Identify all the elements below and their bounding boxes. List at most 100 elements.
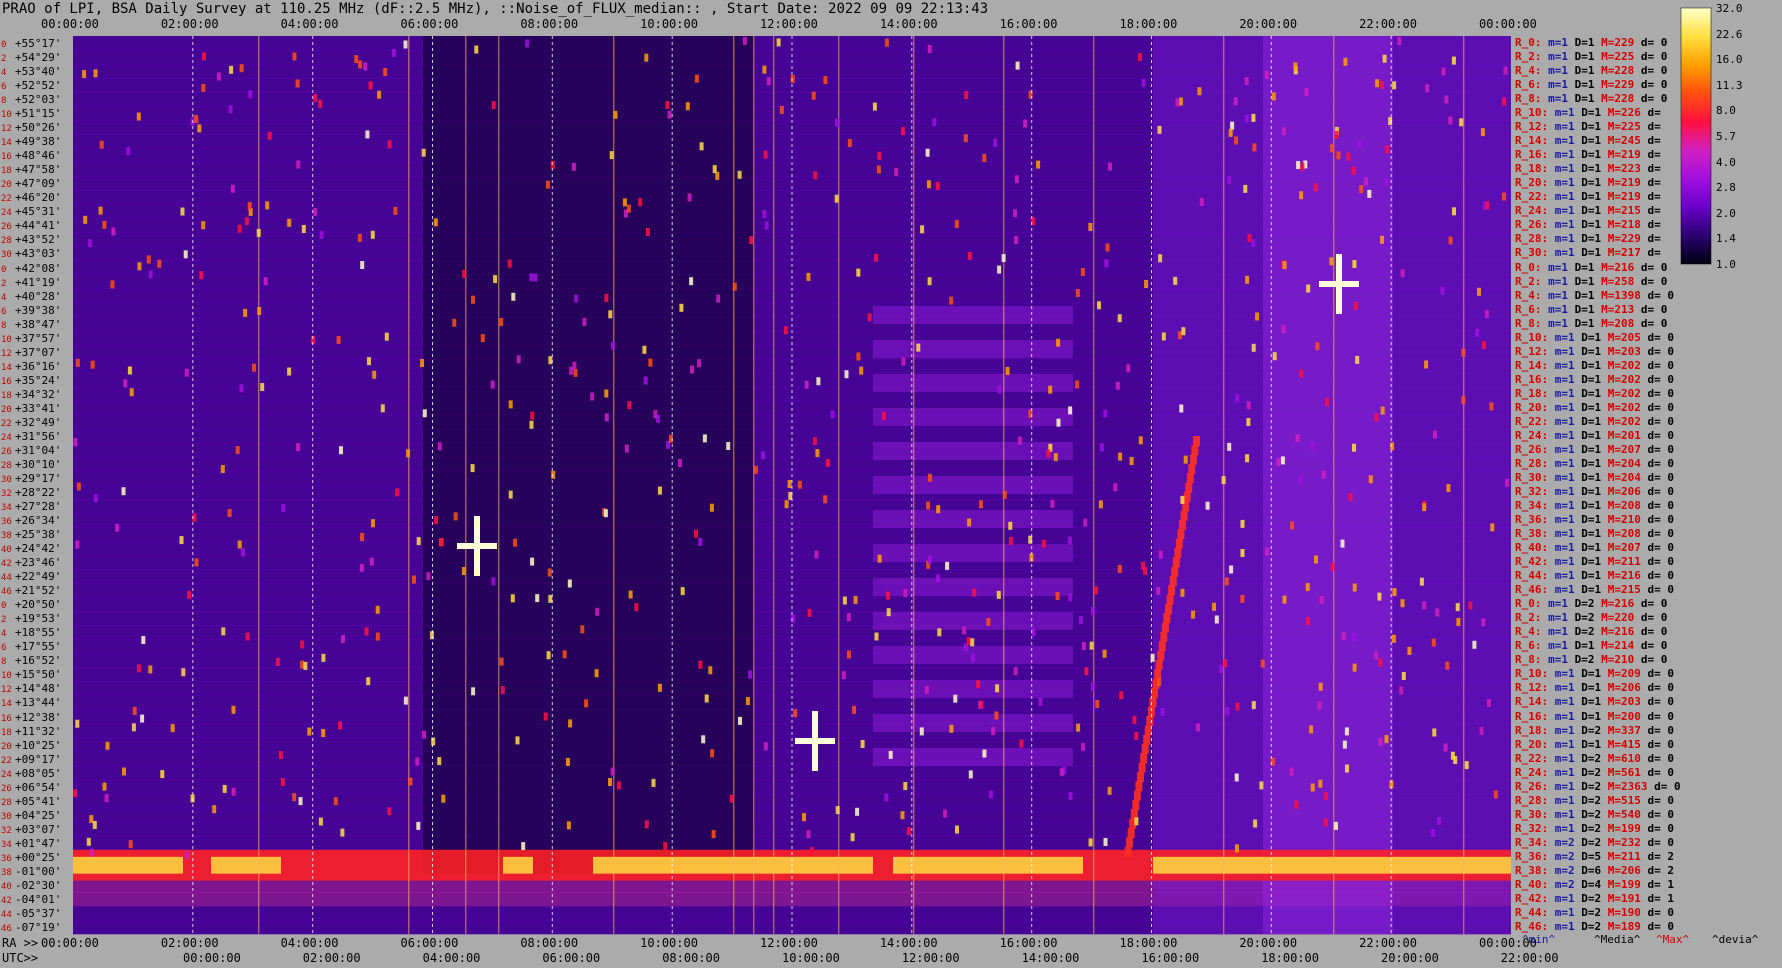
row-stat-field: M=216	[1594, 260, 1635, 274]
noise-pixel	[90, 360, 95, 369]
dec-tick: 4 +40°28'	[1, 289, 72, 304]
row-stat-field: M=200	[1601, 709, 1641, 723]
x-bottom-utc-tick: 14:00:00	[1021, 951, 1080, 965]
row-stat: R_18: m=1 D=1 M=202 d= 0	[1515, 387, 1674, 401]
dec-tick: 46 -07°19'	[1, 920, 72, 935]
noise-pixel	[1157, 125, 1162, 134]
dec-value: +25°38'	[15, 528, 62, 542]
row-stat-field: M=515	[1601, 793, 1641, 807]
dec-value: +30°10'	[15, 457, 62, 471]
noise-pixel	[1450, 751, 1455, 760]
dec-tick: 20 +10°25'	[1, 738, 72, 753]
x-bottom-utc-tick: 02:00:00	[302, 951, 361, 965]
noise-pixel	[115, 523, 120, 532]
row-stat-field: d= 0	[1640, 681, 1674, 695]
noise-pixel	[1329, 257, 1334, 266]
row-stat-field: d= 0	[1640, 330, 1674, 344]
noise-pixel	[1080, 268, 1085, 276]
noise-pixel	[364, 627, 369, 636]
noise-pixel	[1129, 457, 1134, 465]
noise-pixel	[748, 670, 753, 679]
row-stat-field: d= 1	[1640, 877, 1674, 891]
row-stat-field: R_24:	[1515, 765, 1549, 779]
noise-pixel	[1293, 62, 1298, 71]
row-stat: R_14: m=1 D=1 M=245 d=	[1515, 134, 1661, 148]
noise-pixel	[267, 131, 272, 140]
noise-pixel	[920, 225, 925, 234]
row-stat-field: D=1	[1574, 527, 1602, 541]
dec-value: +55°17'	[15, 37, 62, 50]
noise-pixel	[508, 400, 513, 409]
row-stat-field: M=209	[1601, 667, 1641, 681]
x-bottom-utc-tick: 08:00:00	[662, 951, 720, 965]
row-stat-field: D=1	[1574, 386, 1602, 400]
dec-tick: 12 +37°07'	[1, 345, 72, 360]
noise-pixel	[710, 749, 715, 758]
noise-pixel	[1115, 381, 1120, 390]
noise-pixel	[1444, 95, 1449, 104]
row-stat-field: R_22:	[1515, 414, 1549, 428]
row-stat: R_32: m=1 D=1 M=206 d= 0	[1515, 485, 1674, 499]
row-stat-field: R_14:	[1515, 695, 1549, 709]
row-stat-field: R_14:	[1515, 134, 1549, 148]
dec-tick: 26 +31°04'	[1, 443, 72, 458]
noise-pixel	[830, 410, 835, 419]
noise-pixel	[1161, 332, 1166, 341]
row-stat-field: M=229	[1594, 78, 1635, 92]
row-stat: R_20: m=1 D=1 M=202 d= 0	[1515, 401, 1674, 415]
noise-pixel	[387, 140, 392, 149]
noise-pixel	[1240, 594, 1245, 603]
noise-pixel	[1141, 561, 1145, 570]
x-bottom-utc-tick: 16:00:00	[1141, 951, 1200, 965]
dec-value: +48°46'	[15, 149, 62, 163]
noise-pixel	[429, 631, 434, 640]
noise-pixel	[568, 719, 573, 728]
noise-pixel	[667, 110, 672, 119]
noise-pixel	[194, 115, 199, 123]
colorbar-tick: 1.0	[1716, 258, 1736, 271]
dec-value: +54°29'	[15, 51, 62, 65]
row-stat-field: R_42:	[1515, 891, 1549, 905]
noise-pixel	[76, 482, 81, 491]
row-stat-field: R_20:	[1515, 737, 1549, 751]
noise-pixel	[1134, 817, 1139, 826]
row-stat-field: D=2	[1574, 835, 1602, 849]
noise-pixel	[1008, 521, 1013, 530]
row-stat: R_16: m=1 D=1 M=219 d=	[1515, 148, 1661, 162]
row-stat: R_28: m=1 D=2 M=515 d= 0	[1515, 794, 1674, 808]
noise-pixel	[1219, 665, 1224, 674]
noise-pixel	[610, 767, 615, 776]
x-bottom-utc-tick: 12:00:00	[901, 951, 960, 965]
noise-pixel	[1251, 701, 1256, 710]
row-stat-field: d= 0	[1640, 583, 1674, 597]
noise-pixel	[439, 537, 444, 546]
row-stat-field: D=1	[1574, 513, 1602, 527]
noise-pixel	[408, 777, 413, 786]
row-stat-field: M=415	[1601, 737, 1641, 751]
noise-pixel	[1083, 518, 1088, 527]
row-stat: R_30: m=1 D=1 M=217 d=	[1515, 246, 1661, 260]
noise-pixel	[228, 105, 233, 114]
row-stat-field: m=1	[1548, 723, 1575, 737]
row-stat: R_0: m=1 D=1 M=216 d= 0	[1515, 261, 1667, 275]
row-stat-field: R_6:	[1515, 78, 1542, 92]
noise-pixel	[1502, 97, 1507, 106]
noise-pixel	[148, 665, 153, 674]
noise-pixel	[366, 677, 371, 686]
colorbar	[1680, 7, 1712, 265]
dec-tick: 40 -02°30'	[1, 878, 72, 893]
noise-pixel	[260, 383, 265, 391]
noise-pixel	[88, 239, 93, 248]
row-stat-field: R_28:	[1515, 793, 1549, 807]
row-stat-field: d= 0	[1640, 751, 1674, 765]
noise-pixel	[1315, 342, 1320, 351]
noise-pixel	[1481, 341, 1486, 350]
x-bottom-utc-tick: 18:00:00	[1261, 951, 1319, 965]
dec-tick: 8 +52°03'	[1, 92, 72, 107]
row-stat-field: m=1	[1548, 821, 1575, 835]
row-stat-field: m=2	[1548, 835, 1575, 849]
source-cross	[474, 516, 480, 576]
heatmap-band	[873, 340, 1073, 358]
row-stat-field: M=232	[1601, 835, 1641, 849]
noise-pixel	[690, 365, 694, 374]
